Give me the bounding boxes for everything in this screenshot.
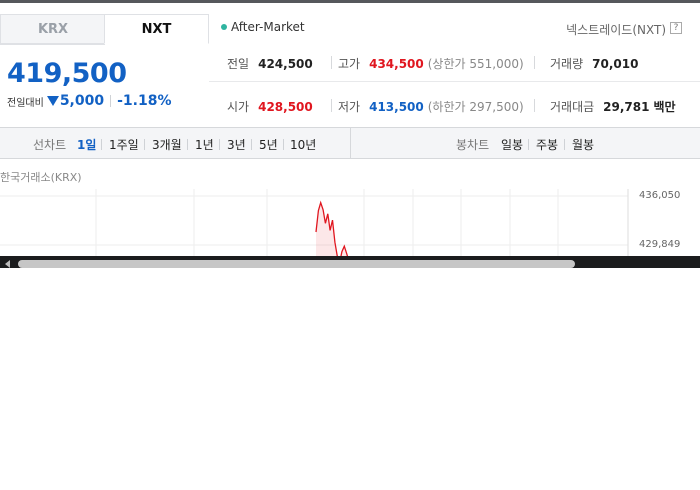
divider: [564, 139, 565, 150]
candle-daily[interactable]: 일봉: [501, 136, 523, 153]
y-tick-label: 436,050: [639, 190, 681, 201]
stat-unit: 백만: [653, 100, 676, 114]
horizontal-scrollbar[interactable]: [0, 256, 700, 268]
stat-label: 시가: [227, 100, 250, 114]
stat-value: 428,500: [258, 100, 313, 114]
divider: [187, 139, 188, 150]
stat-amount: 거래대금 29,781 백만: [550, 98, 676, 115]
divider: [251, 139, 252, 150]
stat-high: 고가 434,500 (상한가 551,000): [338, 55, 524, 72]
period-10-years[interactable]: 10년: [290, 136, 316, 153]
divider: [534, 99, 535, 112]
stat-prev-close: 전일 424,500: [227, 55, 313, 72]
stat-low: 저가 413,500 (하한가 297,500): [338, 98, 524, 115]
divider: [331, 56, 332, 69]
stat-value: 29,781: [603, 100, 650, 114]
divider: [101, 139, 102, 150]
divider: [110, 95, 112, 107]
stat-value: 424,500: [258, 57, 313, 71]
stat-volume: 거래량 70,010: [550, 55, 638, 72]
help-icon[interactable]: ?: [670, 22, 682, 34]
scroll-left-arrow-icon[interactable]: [5, 260, 10, 268]
stat-label: 거래대금: [550, 100, 595, 114]
scrollbar-thumb[interactable]: [18, 260, 575, 268]
stock-price-widget: KRX NXT After-Market 넥스트레이드(NXT) ? 419,5…: [0, 3, 700, 268]
divider: [219, 139, 220, 150]
change-label: 전일대비: [7, 97, 44, 109]
candle-weekly[interactable]: 주봉: [536, 136, 558, 153]
stat-value: 413,500: [369, 100, 424, 114]
session-label: After-Market: [231, 20, 305, 34]
period-1-day[interactable]: 1일: [77, 136, 96, 153]
chart-period-bar: 선차트 1일 1주일 3개월 1년 3년 5년 10년 봉차트 일봉 주봉 월봉: [0, 127, 700, 159]
period-bar-divider: [350, 128, 351, 158]
divider: [331, 99, 332, 112]
candle-chart-label: 봉차트: [456, 138, 490, 152]
stat-open: 시가 428,500: [227, 98, 313, 115]
stat-label: 거래량: [550, 57, 584, 71]
divider: [283, 139, 284, 150]
session-indicator: After-Market: [221, 20, 305, 34]
divider: [528, 139, 529, 150]
tab-nxt[interactable]: NXT: [104, 14, 209, 44]
line-chart-label: 선차트: [33, 138, 67, 152]
divider: [534, 56, 535, 69]
change-value: 5,000: [59, 93, 105, 109]
change-percent: -1.18%: [117, 93, 172, 109]
session-dot-icon: [221, 24, 227, 30]
period-3-months[interactable]: 3개월: [152, 136, 182, 153]
tab-underline: [0, 44, 105, 45]
period-3-years[interactable]: 3년: [227, 136, 246, 153]
upper-limit: (상한가 551,000): [427, 57, 524, 71]
period-1-year[interactable]: 1년: [195, 136, 214, 153]
candle-monthly[interactable]: 월봉: [572, 136, 594, 153]
price-change: 전일대비 5,000 -1.18%: [7, 93, 172, 109]
market-name: 넥스트레이드(NXT): [566, 23, 666, 37]
lower-limit: (하한가 297,500): [427, 100, 524, 114]
exchange-label: 한국거래소(KRX): [0, 171, 82, 184]
stat-value: 70,010: [592, 57, 639, 71]
y-tick-label: 429,849: [639, 239, 681, 250]
down-arrow-icon: [46, 96, 59, 106]
stat-value: 434,500: [369, 57, 424, 71]
current-price: 419,500: [7, 58, 127, 89]
stat-label: 저가: [338, 100, 361, 114]
stat-label: 전일: [227, 57, 250, 71]
divider: [144, 139, 145, 150]
period-5-years[interactable]: 5년: [259, 136, 278, 153]
stat-label: 고가: [338, 57, 361, 71]
tab-krx[interactable]: KRX: [0, 14, 105, 44]
stats-row-divider: [209, 81, 700, 82]
period-1-week[interactable]: 1주일: [109, 136, 139, 153]
